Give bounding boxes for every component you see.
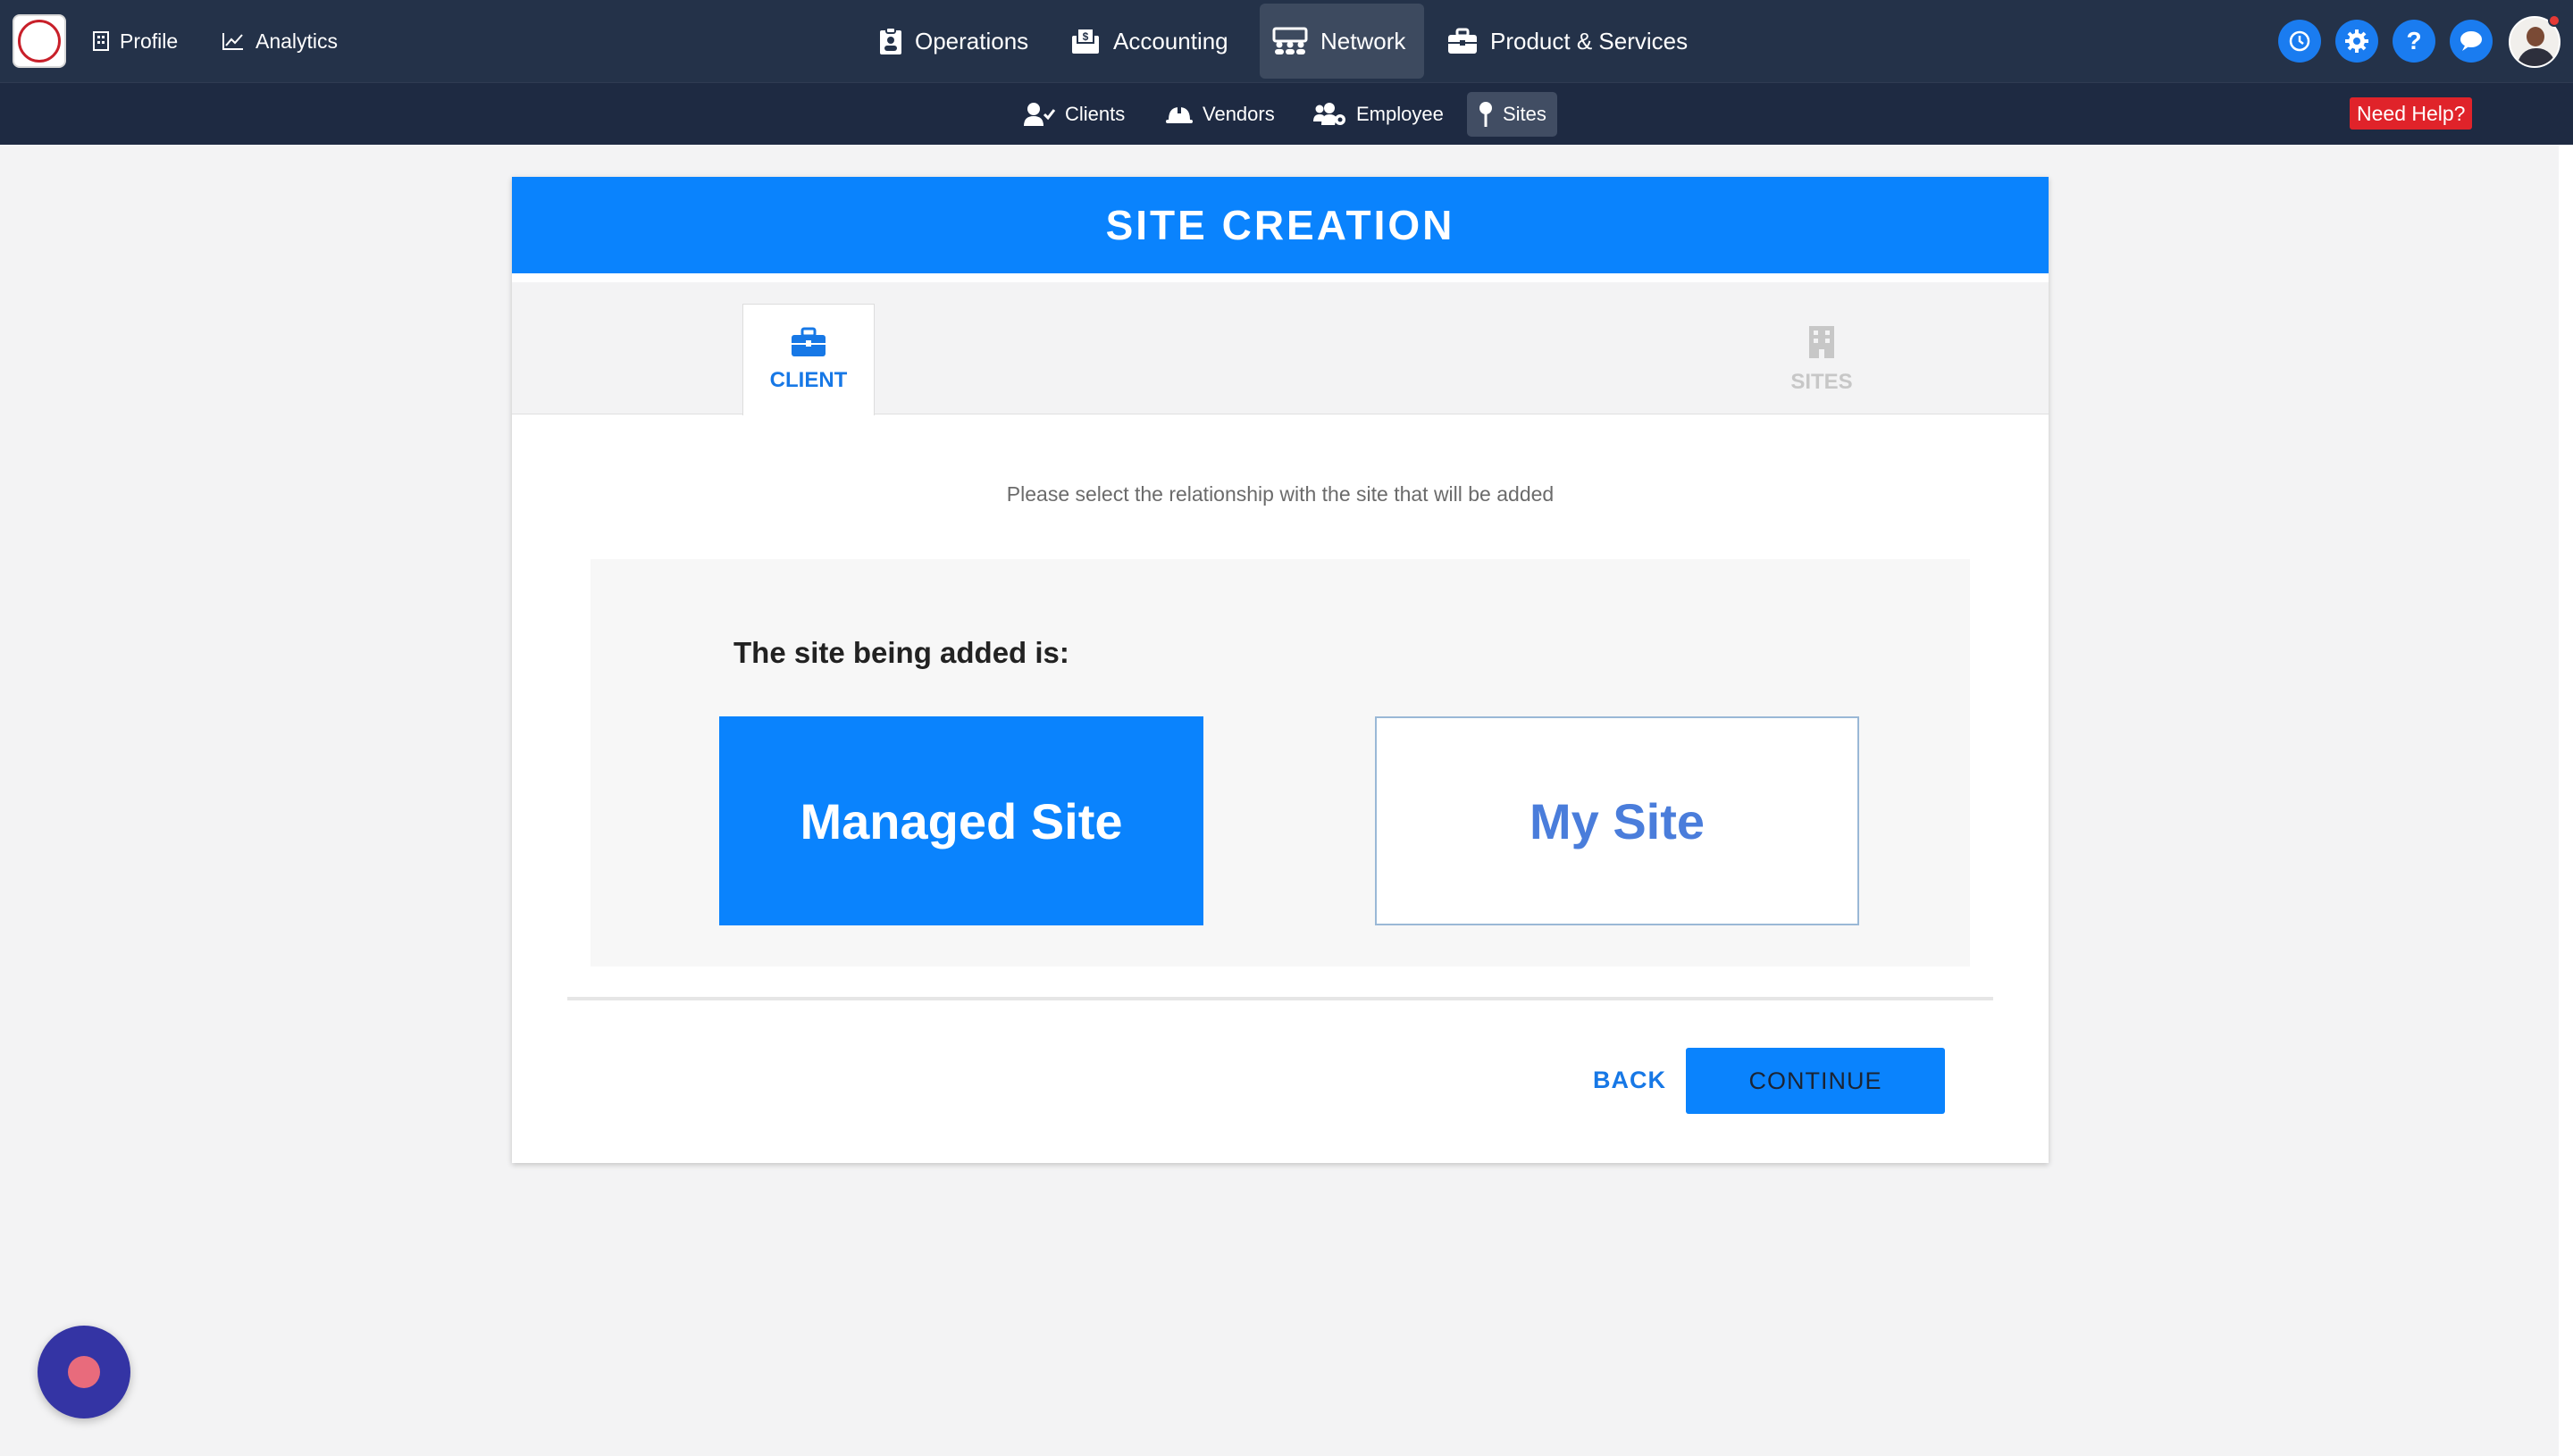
subnav-clients-link[interactable]: Clients [1013,92,1136,137]
refresh-clock-icon [2289,30,2310,52]
chart-line-icon [222,33,243,50]
continue-button[interactable]: CONTINUE [1686,1048,1945,1114]
help-button[interactable]: ? [2393,20,2435,63]
nav-operations-label: Operations [915,27,1029,54]
network-people-icon [1272,27,1308,54]
chat-widget-button[interactable] [38,1326,130,1418]
nav-accounting-link[interactable]: $ Accounting [1058,4,1241,79]
question-mark-icon: ? [2406,27,2422,54]
settings-button[interactable] [2335,20,2378,63]
briefcase-icon [1448,28,1477,54]
instruction-text: Please select the relationship with the … [1006,482,1555,506]
user-check-icon [1024,103,1056,126]
avatar-body [2518,48,2555,66]
company-logo[interactable] [13,14,66,68]
divider [567,997,1993,1000]
nav-profile-link[interactable]: Profile [93,0,178,82]
page-scrollbar[interactable] [2559,145,2573,1456]
sub-navbar: Clients Vendors Employee Sites Need Help… [0,82,2573,145]
step-sites[interactable]: SITES [1756,304,1888,415]
nav-network-label: Network [1320,27,1406,54]
managed-site-option[interactable]: Managed Site [719,716,1203,925]
nav-network-link[interactable]: Network [1260,4,1424,79]
step-tabs: CLIENT SITES [512,282,2049,415]
logo-emblem [18,20,61,63]
refresh-button[interactable] [2278,20,2321,63]
building-icon [1809,325,1834,358]
avatar-head [2527,27,2544,46]
nav-operations-link[interactable]: Operations [867,4,1041,79]
subnav-employee-link[interactable]: Employee [1303,92,1454,137]
svg-text:$: $ [1083,30,1089,43]
site-type-panel: The site being added is: Managed Site My… [591,559,1970,966]
nav-analytics-label: Analytics [256,29,339,53]
subnav-sites-link[interactable]: Sites [1467,92,1557,137]
subnav-clients-label: Clients [1065,103,1126,125]
chat-widget-icon [68,1356,100,1388]
notification-dot [2548,14,2560,27]
users-cog-icon [1313,103,1345,125]
gear-icon [2345,29,2368,53]
money-box-icon: $ [1072,28,1099,54]
card-title: SITE CREATION [512,177,2049,273]
chat-button[interactable] [2450,20,2493,63]
site-type-label: The site being added is: [733,636,1069,669]
nav-profile-label: Profile [120,29,179,53]
back-button[interactable]: BACK [1593,1047,1666,1113]
subnav-vendors-link[interactable]: Vendors [1154,92,1286,137]
map-pin-icon [1479,102,1492,127]
clipboard-icon [880,27,901,54]
nav-products-services-link[interactable]: Product & Services [1435,4,1700,79]
briefcase-icon [792,327,826,356]
step-client[interactable]: CLIENT [742,304,875,415]
chat-bubble-icon [2460,31,2482,51]
subnav-employee-label: Employee [1356,103,1444,125]
step-client-label: CLIENT [769,368,848,392]
step-sites-label: SITES [1790,369,1853,394]
subnav-sites-label: Sites [1503,103,1546,125]
my-site-option[interactable]: My Site [1375,716,1859,925]
nav-analytics-link[interactable]: Analytics [222,0,338,82]
nav-products-services-label: Product & Services [1490,27,1689,54]
nav-accounting-label: Accounting [1113,27,1228,54]
hard-hat-icon [1166,105,1193,123]
top-navbar: Profile Analytics Operations $ Accountin… [0,0,2573,82]
subnav-vendors-label: Vendors [1203,103,1275,125]
building-icon [93,31,109,51]
site-creation-card: SITE CREATION CLIENT SITES Please select… [512,177,2049,1163]
need-help-button[interactable]: Need Help? [2350,97,2473,130]
